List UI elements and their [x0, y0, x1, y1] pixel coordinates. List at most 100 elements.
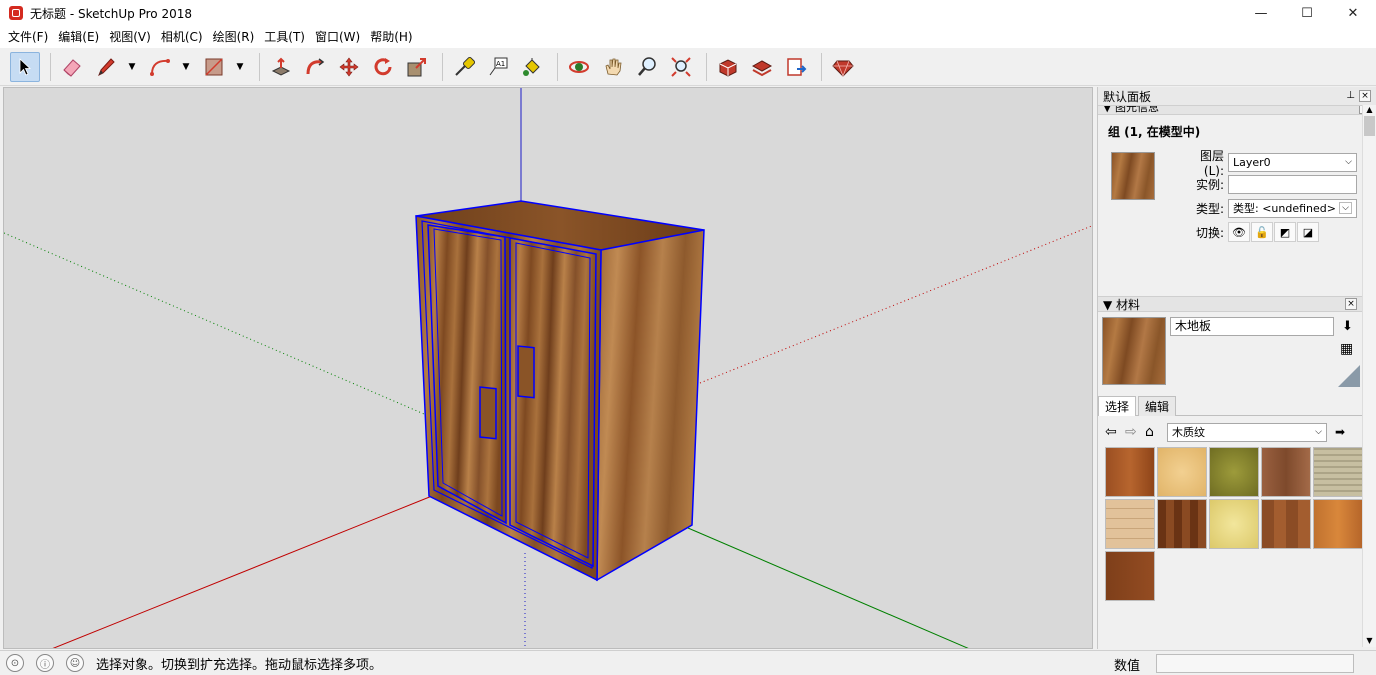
minimize-button[interactable]: — — [1238, 0, 1284, 26]
back-arrow-icon[interactable]: ⇦ — [1105, 424, 1125, 440]
entity-info-header[interactable]: ▼ 图元信息 × — [1098, 105, 1376, 115]
lock-icon[interactable]: 🔓 — [1251, 222, 1273, 242]
shape-tool-dropdown[interactable]: ▼ — [233, 52, 247, 82]
menu-window[interactable]: 窗口(W) — [310, 27, 365, 47]
menu-camera[interactable]: 相机(C) — [156, 27, 208, 47]
pin-icon[interactable]: ⊥ — [1346, 90, 1355, 102]
cast-shadows-icon[interactable]: ◪ — [1297, 222, 1319, 242]
cabinet-group[interactable] — [415, 200, 705, 582]
entity-material-thumbnail[interactable] — [1111, 152, 1155, 200]
material-library-nav: ⇦ ⇨ ⌂ 木质纹 ⌵ ➡ — [1105, 421, 1365, 443]
tray-header: 默认面板 ⊥ × — [1098, 87, 1376, 105]
magnifier-icon — [638, 56, 656, 76]
orbit-tool-button[interactable] — [564, 52, 594, 82]
default-material-icon[interactable]: ▦ — [1340, 341, 1353, 357]
toolbar-separator — [821, 52, 822, 81]
zoom-tool-button[interactable] — [632, 52, 662, 82]
layer-select[interactable]: Layer0 ⌵ — [1228, 152, 1357, 172]
type-select[interactable]: 类型: <undefined> ⌵ — [1228, 198, 1357, 218]
3d-warehouse-button[interactable] — [713, 52, 743, 82]
followme-icon — [306, 57, 325, 74]
line-tool-dropdown[interactable]: ▼ — [125, 52, 139, 82]
forward-arrow-icon[interactable]: ⇨ — [1125, 424, 1145, 440]
pushpull-tool-button[interactable] — [266, 52, 296, 82]
materials-tabs: 选择 编辑 ✒ — [1098, 396, 1376, 416]
menu-help[interactable]: 帮助(H) — [365, 27, 417, 47]
model-viewport[interactable] — [3, 87, 1093, 649]
materials-header[interactable]: ▼ 材料 × — [1098, 296, 1362, 312]
menu-draw[interactable]: 绘图(R) — [208, 27, 260, 47]
material-swatch[interactable] — [1209, 447, 1259, 497]
material-swatch[interactable] — [1261, 447, 1311, 497]
material-swatch[interactable] — [1313, 447, 1363, 497]
menu-view[interactable]: 视图(V) — [104, 27, 156, 47]
geo-location-icon[interactable]: ⊙ — [6, 654, 24, 672]
extension-warehouse-button[interactable] — [747, 52, 777, 82]
chevron-down-icon: ⌵ — [1339, 202, 1352, 214]
arrow-cursor-icon — [19, 57, 32, 76]
receive-shadows-icon[interactable]: ◩ — [1274, 222, 1296, 242]
send-to-layout-button[interactable] — [781, 52, 811, 82]
pan-tool-button[interactable] — [598, 52, 628, 82]
scroll-up-arrow[interactable]: ▲ — [1363, 105, 1376, 114]
info-icon[interactable]: ⓘ — [36, 654, 54, 672]
material-preview[interactable] — [1102, 317, 1166, 385]
arc-tool-dropdown[interactable]: ▼ — [179, 52, 193, 82]
eraser-tool-button[interactable] — [57, 52, 87, 82]
material-swatch[interactable] — [1157, 447, 1207, 497]
line-tool-button[interactable] — [91, 52, 121, 82]
material-library-select[interactable]: 木质纹 ⌵ — [1167, 422, 1327, 442]
arc-tool-button[interactable] — [145, 52, 175, 82]
sample-paint-triangle-icon[interactable] — [1338, 365, 1360, 387]
tab-select[interactable]: 选择 — [1098, 396, 1137, 416]
type-label: 类型: — [1195, 201, 1224, 216]
user-icon[interactable]: ☺ — [66, 654, 84, 672]
right-door-panel — [509, 237, 597, 568]
tray-close-button[interactable]: × — [1359, 90, 1371, 102]
ruby-console-button[interactable] — [828, 52, 858, 82]
create-material-icon[interactable]: ⬇ — [1342, 319, 1353, 334]
move-tool-button[interactable] — [334, 52, 364, 82]
menu-tools[interactable]: 工具(T) — [259, 27, 310, 47]
home-icon[interactable]: ⌂ — [1145, 424, 1167, 440]
material-swatch[interactable] — [1157, 499, 1207, 549]
default-tray: 默认面板 ⊥ × ▼ 图元信息 × 组 (1, 在模型中) 图层(L): Lay… — [1097, 87, 1376, 649]
close-button[interactable]: ✕ — [1330, 0, 1376, 26]
menu-edit[interactable]: 编辑(E) — [53, 27, 104, 47]
entity-info-title: ▼ 图元信息 — [1103, 105, 1159, 114]
select-tool-button[interactable] — [10, 51, 40, 82]
window-controls: — ☐ ✕ — [1238, 0, 1376, 26]
instance-row: 实例: — [1182, 174, 1357, 194]
material-swatch[interactable] — [1313, 499, 1363, 549]
materials-close-button[interactable]: × — [1345, 298, 1357, 310]
tray-header-controls: ⊥ × — [1346, 90, 1371, 102]
details-arrow-icon[interactable]: ➡ — [1335, 425, 1345, 439]
material-swatch[interactable] — [1105, 499, 1155, 549]
text-tool-button[interactable]: A1 — [483, 52, 513, 82]
toolbar-separator — [259, 52, 260, 81]
paint-bucket-icon — [523, 57, 540, 76]
tape-measure-tool-button[interactable] — [449, 52, 479, 82]
material-swatch[interactable] — [1261, 499, 1311, 549]
scroll-thumb[interactable] — [1364, 116, 1375, 136]
shape-tool-button[interactable] — [199, 52, 229, 82]
eye-icon[interactable]: 👁 — [1228, 222, 1250, 242]
maximize-button[interactable]: ☐ — [1284, 0, 1330, 26]
material-name-input[interactable]: 木地板 — [1170, 317, 1334, 336]
tape-measure-icon — [455, 56, 475, 76]
zoom-extents-tool-button[interactable] — [666, 52, 696, 82]
menu-file[interactable]: 文件(F) — [3, 27, 53, 47]
material-swatch[interactable] — [1105, 551, 1155, 601]
material-swatch[interactable] — [1105, 447, 1155, 497]
measurements-input[interactable] — [1156, 654, 1354, 673]
instance-input[interactable] — [1228, 174, 1357, 194]
material-swatch[interactable] — [1209, 499, 1259, 549]
paint-bucket-tool-button[interactable] — [517, 52, 547, 82]
rotate-tool-button[interactable] — [368, 52, 398, 82]
scale-tool-button[interactable] — [402, 52, 432, 82]
followme-tool-button[interactable] — [300, 52, 330, 82]
tray-scrollbar[interactable]: ▲ ▼ — [1362, 105, 1376, 647]
scroll-down-arrow[interactable]: ▼ — [1363, 636, 1376, 645]
red-axis — [52, 495, 433, 648]
tab-edit[interactable]: 编辑 — [1138, 396, 1177, 416]
